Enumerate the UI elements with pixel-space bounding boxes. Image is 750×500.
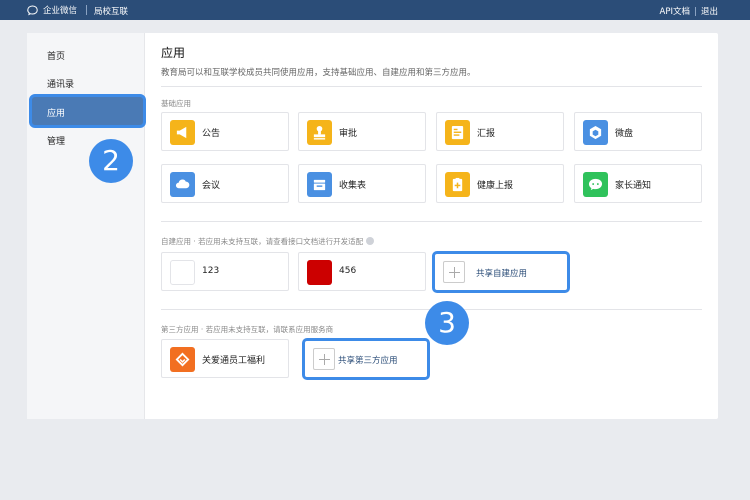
gift-icon	[175, 352, 190, 367]
app-label: 关爱通员工福利	[202, 356, 266, 366]
app-icon	[307, 260, 332, 285]
app-meeting[interactable]: 会议	[161, 164, 289, 203]
share-third-party-app-button[interactable]: 共享第三方应用	[302, 338, 430, 380]
app-icon	[445, 172, 470, 197]
app-label: 汇报	[477, 129, 496, 139]
app-icon	[583, 120, 608, 145]
product-subtitle: 局校互联	[94, 7, 129, 17]
app-icon	[307, 172, 332, 197]
plus-icon	[313, 348, 335, 370]
divider	[86, 5, 87, 15]
app-parent-notice[interactable]: 家长通知	[574, 164, 702, 203]
divider	[694, 6, 696, 16]
section-label-text: 自建应用 · 若应用未支持互联，请查看接口文档进行开发适配	[161, 237, 364, 246]
app-icon	[170, 172, 195, 197]
app-collection-form[interactable]: 收集表	[298, 164, 426, 203]
form-icon	[313, 179, 326, 191]
app-label: 健康上报	[477, 181, 514, 191]
cloud-drive-icon	[589, 125, 602, 140]
section-label-custom: 自建应用 · 若应用未支持互联，请查看接口文档进行开发适配	[161, 236, 375, 247]
top-bar: 企业微信 局校互联 API文档 退出	[0, 0, 750, 20]
app-announcement[interactable]: 公告	[161, 112, 289, 151]
share-custom-app-button[interactable]: 共享自建应用	[432, 251, 570, 293]
app-label: 家长通知	[615, 181, 652, 191]
app-health-report[interactable]: 健康上报	[436, 164, 564, 203]
wecom-logo-icon	[27, 4, 38, 15]
app-label: 收集表	[339, 181, 367, 191]
section-label-basic: 基础应用	[161, 99, 191, 108]
app-label: 会议	[202, 181, 221, 191]
sidebar-item-home[interactable]: 首页	[47, 49, 65, 62]
sidebar: 首页 通讯录 应用 管理	[27, 33, 146, 419]
app-custom-456[interactable]: 456	[298, 252, 426, 291]
logout-link[interactable]: 退出	[701, 5, 718, 17]
brand-name: 企业微信	[43, 6, 78, 16]
app-label: 123	[202, 266, 220, 276]
section-label-third-party: 第三方应用 · 若应用未支持互联，请联系应用服务商	[161, 325, 334, 334]
app-icon	[170, 347, 195, 372]
sidebar-item-contacts[interactable]: 通讯录	[47, 77, 74, 90]
divider	[161, 86, 702, 87]
app-label: 456	[339, 266, 357, 276]
chat-icon	[588, 178, 603, 191]
brand-logo[interactable]: 企业微信	[27, 4, 77, 16]
divider	[161, 221, 702, 222]
health-report-icon	[452, 177, 463, 192]
page-title: 应用	[161, 46, 186, 60]
api-docs-link[interactable]: API文档	[660, 5, 690, 17]
step-badge-3: 3	[425, 301, 469, 345]
content-card: 首页 通讯录 应用 管理 应用 教育局可以和互联学校成员共同使用应用，支持基础应…	[27, 33, 718, 419]
top-links: API文档 退出	[660, 5, 718, 17]
app-label: 微盘	[615, 129, 634, 139]
button-label: 共享第三方应用	[338, 356, 398, 366]
cloud-meeting-icon	[175, 179, 190, 189]
report-icon	[451, 125, 464, 140]
stamp-icon	[313, 125, 326, 140]
plus-icon	[443, 261, 465, 283]
app-icon	[445, 120, 470, 145]
app-icon	[583, 172, 608, 197]
app-approval[interactable]: 审批	[298, 112, 426, 151]
megaphone-icon	[176, 126, 187, 139]
step-badge-2: 2	[89, 139, 133, 183]
sidebar-item-label: 应用	[47, 109, 66, 119]
app-icon	[170, 260, 195, 285]
info-icon[interactable]	[366, 237, 375, 245]
app-guanaitong[interactable]: 关爱通员工福利	[161, 339, 289, 378]
app-custom-123[interactable]: 123	[161, 252, 289, 291]
app-icon	[170, 120, 195, 145]
app-drive[interactable]: 微盘	[574, 112, 702, 151]
app-icon	[307, 120, 332, 145]
app-label: 审批	[339, 129, 358, 139]
app-label: 公告	[202, 129, 221, 139]
app-report[interactable]: 汇报	[436, 112, 564, 151]
page-description: 教育局可以和互联学校成员共同使用应用，支持基础应用、自建应用和第三方应用。	[161, 68, 476, 78]
sidebar-item-apps[interactable]: 应用	[29, 94, 146, 128]
button-label: 共享自建应用	[476, 269, 528, 279]
sidebar-item-manage[interactable]: 管理	[47, 134, 65, 147]
